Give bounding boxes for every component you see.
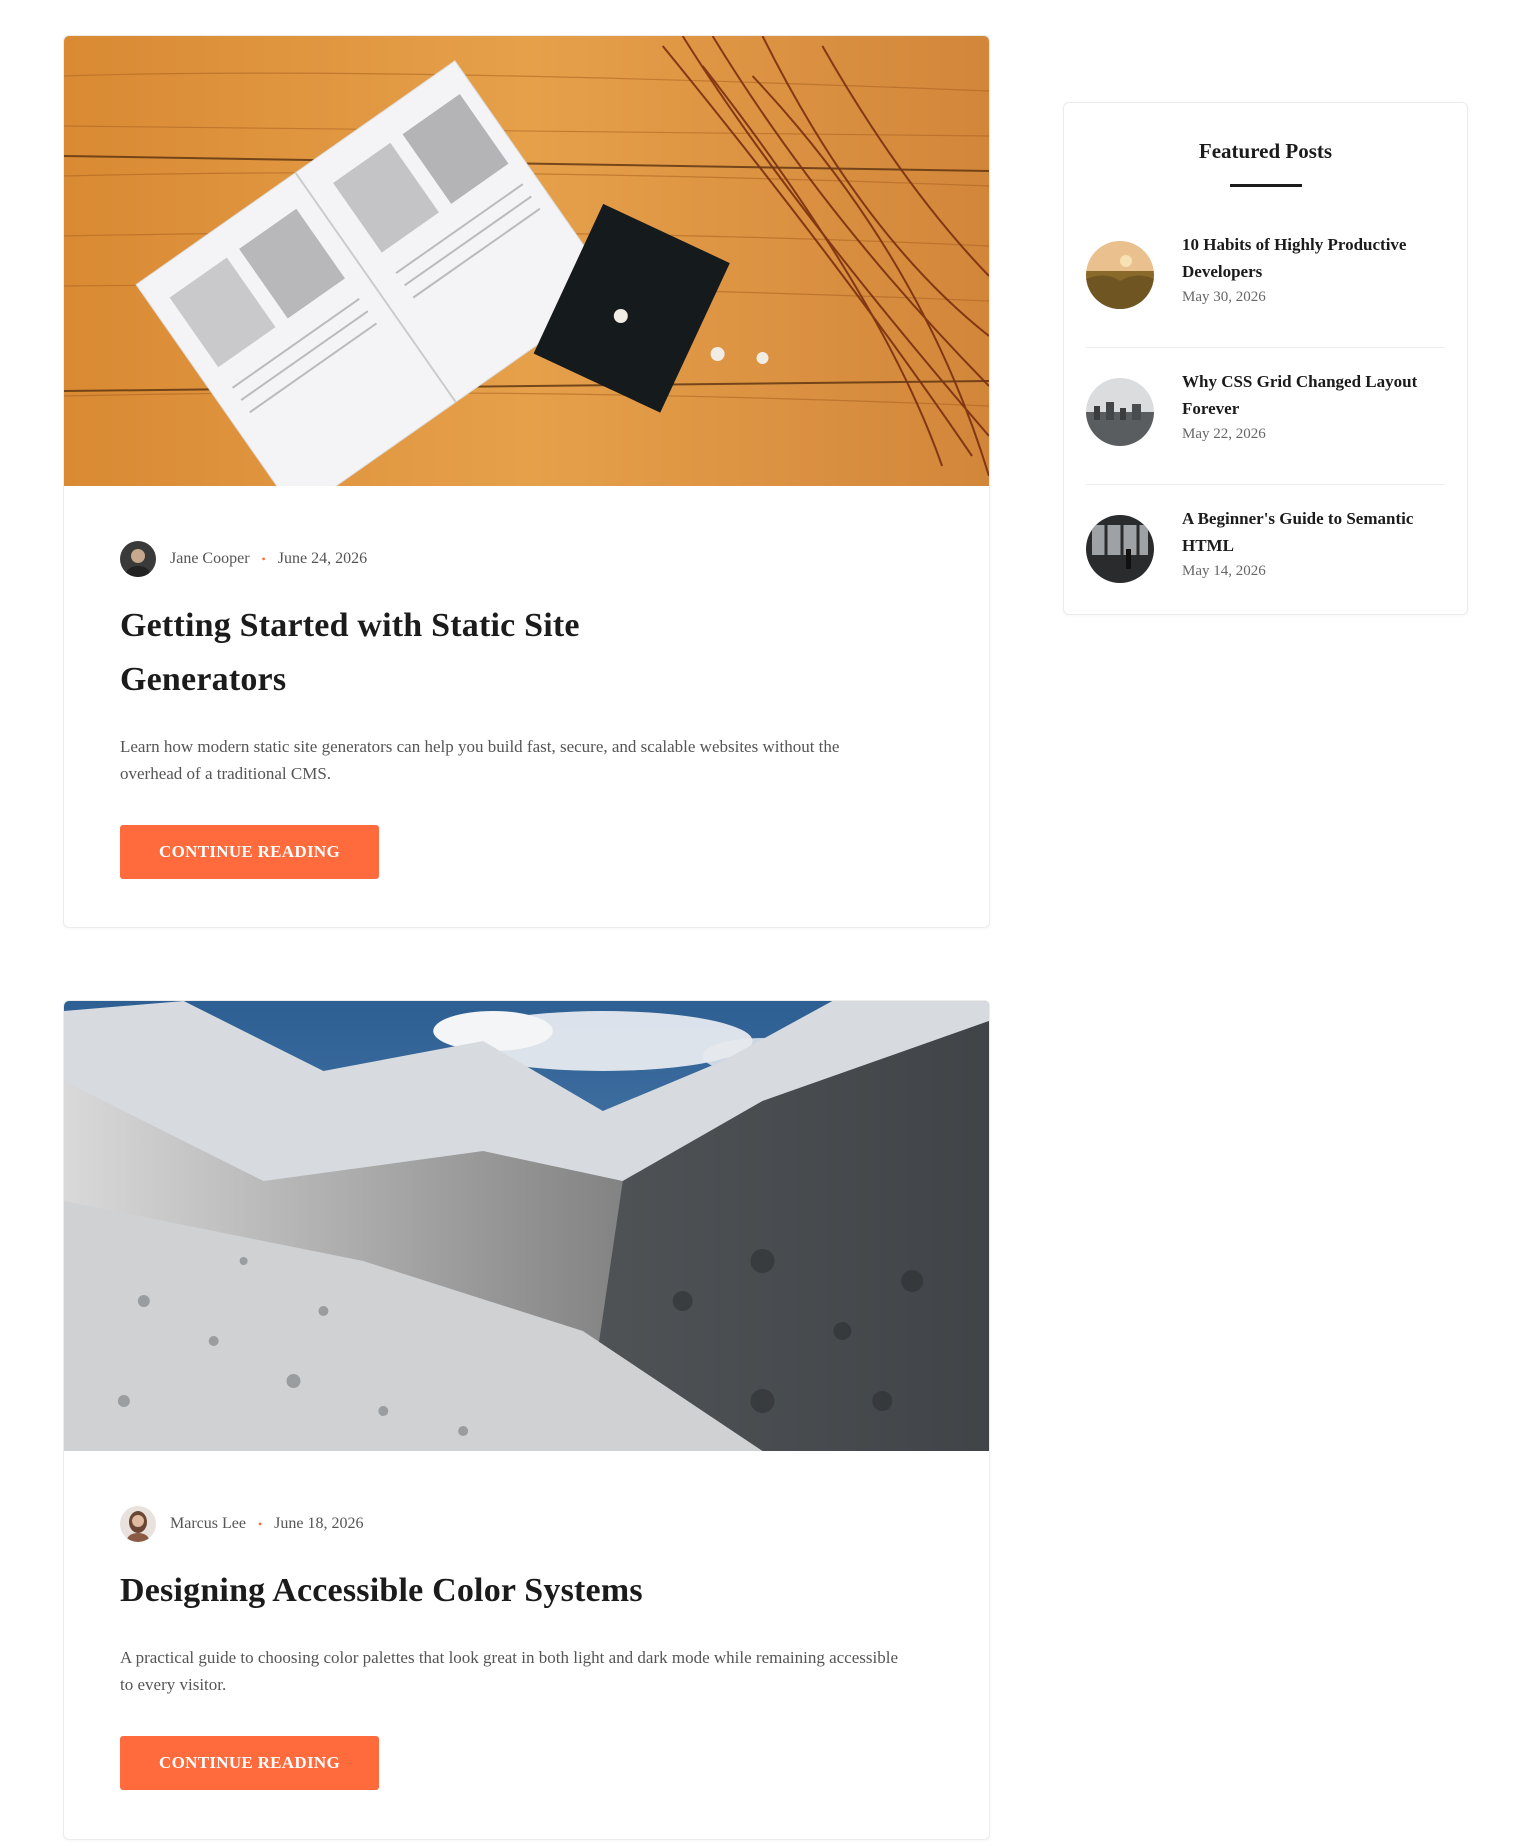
title-underline	[1229, 184, 1302, 187]
featured-date: May 14, 2026	[1182, 563, 1266, 579]
featured-title[interactable]: A Beginner's Guide to Semantic HTML	[1182, 505, 1445, 559]
author-name[interactable]: Marcus Lee	[170, 1515, 246, 1533]
author-avatar	[120, 541, 156, 577]
post-image[interactable]	[64, 36, 989, 486]
post-excerpt: A practical guide to choosing color pale…	[120, 1648, 898, 1694]
featured-list: 10 Habits of Highly Productive Developer…	[1086, 211, 1445, 622]
widget-title: Featured Posts	[1198, 139, 1333, 163]
featured-item[interactable]: 10 Habits of Highly Productive Developer…	[1086, 211, 1445, 348]
featured-date: May 30, 2026	[1182, 289, 1266, 305]
featured-thumbnail[interactable]	[1086, 378, 1154, 446]
featured-title[interactable]: Why CSS Grid Changed Layout Forever	[1182, 368, 1445, 422]
featured-date: May 22, 2026	[1182, 426, 1266, 442]
continue-reading-button[interactable]: CONTINUE READING	[120, 1736, 379, 1790]
meta-separator-dot: •	[261, 551, 266, 566]
post-card: Marcus Lee • June 18, 2026 Designing Acc…	[63, 1000, 990, 1840]
post-card: Jane Cooper • June 24, 2026 Getting Star…	[63, 35, 990, 928]
post-date: June 18, 2026	[274, 1515, 364, 1532]
featured-item[interactable]: A Beginner's Guide to Semantic HTML May …	[1086, 485, 1445, 622]
meta-separator-dot: •	[257, 1516, 263, 1531]
featured-thumbnail[interactable]	[1086, 241, 1154, 309]
featured-thumbnail[interactable]	[1086, 515, 1154, 583]
post-title[interactable]: Getting Started with Static Site Generat…	[120, 599, 680, 707]
featured-item[interactable]: Why CSS Grid Changed Layout Forever May …	[1086, 348, 1445, 485]
author-avatar	[120, 1506, 156, 1542]
author-name[interactable]: Jane Cooper	[170, 550, 250, 568]
post-meta: Marcus Lee • June 18, 2026	[120, 1506, 933, 1542]
continue-reading-button[interactable]: CONTINUE READING	[120, 825, 379, 879]
post-title[interactable]: Designing Accessible Color Systems	[120, 1564, 920, 1618]
post-meta: Jane Cooper • June 24, 2026	[120, 541, 933, 577]
post-excerpt: Learn how modern static site generators …	[120, 737, 840, 783]
post-date: June 24, 2026	[277, 550, 368, 567]
post-image[interactable]	[64, 1001, 989, 1451]
featured-title[interactable]: 10 Habits of Highly Productive Developer…	[1182, 231, 1445, 285]
featured-posts-widget: Featured Posts 10 Habits of Highly Produ…	[1063, 102, 1468, 615]
